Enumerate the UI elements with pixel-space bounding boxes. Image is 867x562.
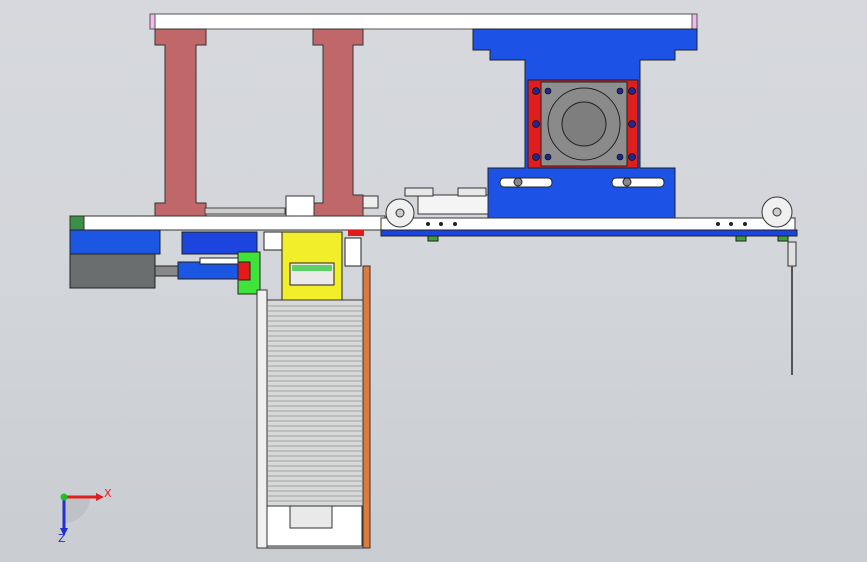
red-square [237,261,251,281]
servo-cover[interactable] [69,229,161,255]
slide-block[interactable] [285,195,315,217]
roller-left-hub [395,208,405,218]
cylinder-fitting-right [457,187,487,197]
x-axis-arrow [96,493,104,501]
graphics-viewport[interactable]: X Z [0,0,867,562]
drive-shaft-white [199,257,239,265]
cylinder-body[interactable] [417,194,489,215]
magazine-bottom-slot [289,505,333,529]
red-tab [348,230,364,236]
gripper-top-strip [263,231,283,251]
drive-shaft [177,261,239,280]
rail-feet [427,235,789,242]
rail-blue[interactable] [380,229,798,237]
origin-dot [60,493,68,501]
top-beam[interactable] [149,13,698,30]
pillar-left[interactable] [154,28,207,219]
plate-end-left [69,215,85,231]
top-beam-end-left [149,13,156,30]
servo-motor[interactable] [69,253,156,289]
gripper-window-inner [292,265,332,271]
magazine-left-rail [256,289,268,549]
x-axis-label: X [104,487,112,500]
main-plate[interactable] [69,215,386,231]
z-axis-label: Z [58,532,66,545]
pillar-right[interactable] [312,28,364,219]
axis-triad: X Z [58,487,112,545]
cad-model-canvas[interactable]: X Z [0,0,867,562]
cylinder-fitting-left [404,187,434,197]
top-beam-end-right [691,13,698,30]
mount-slot-left [499,177,553,188]
side-strip [362,265,371,549]
gripper-cap-right [344,237,362,267]
rod-left [362,195,379,209]
roller-right-hub [772,207,782,217]
coupling [154,265,181,277]
probe-fitting [787,241,797,267]
mount-slot-right [611,177,665,188]
servo-cover-small[interactable] [181,231,258,255]
motor-shaft-inner [561,101,607,147]
slide-rail-left [204,207,286,215]
